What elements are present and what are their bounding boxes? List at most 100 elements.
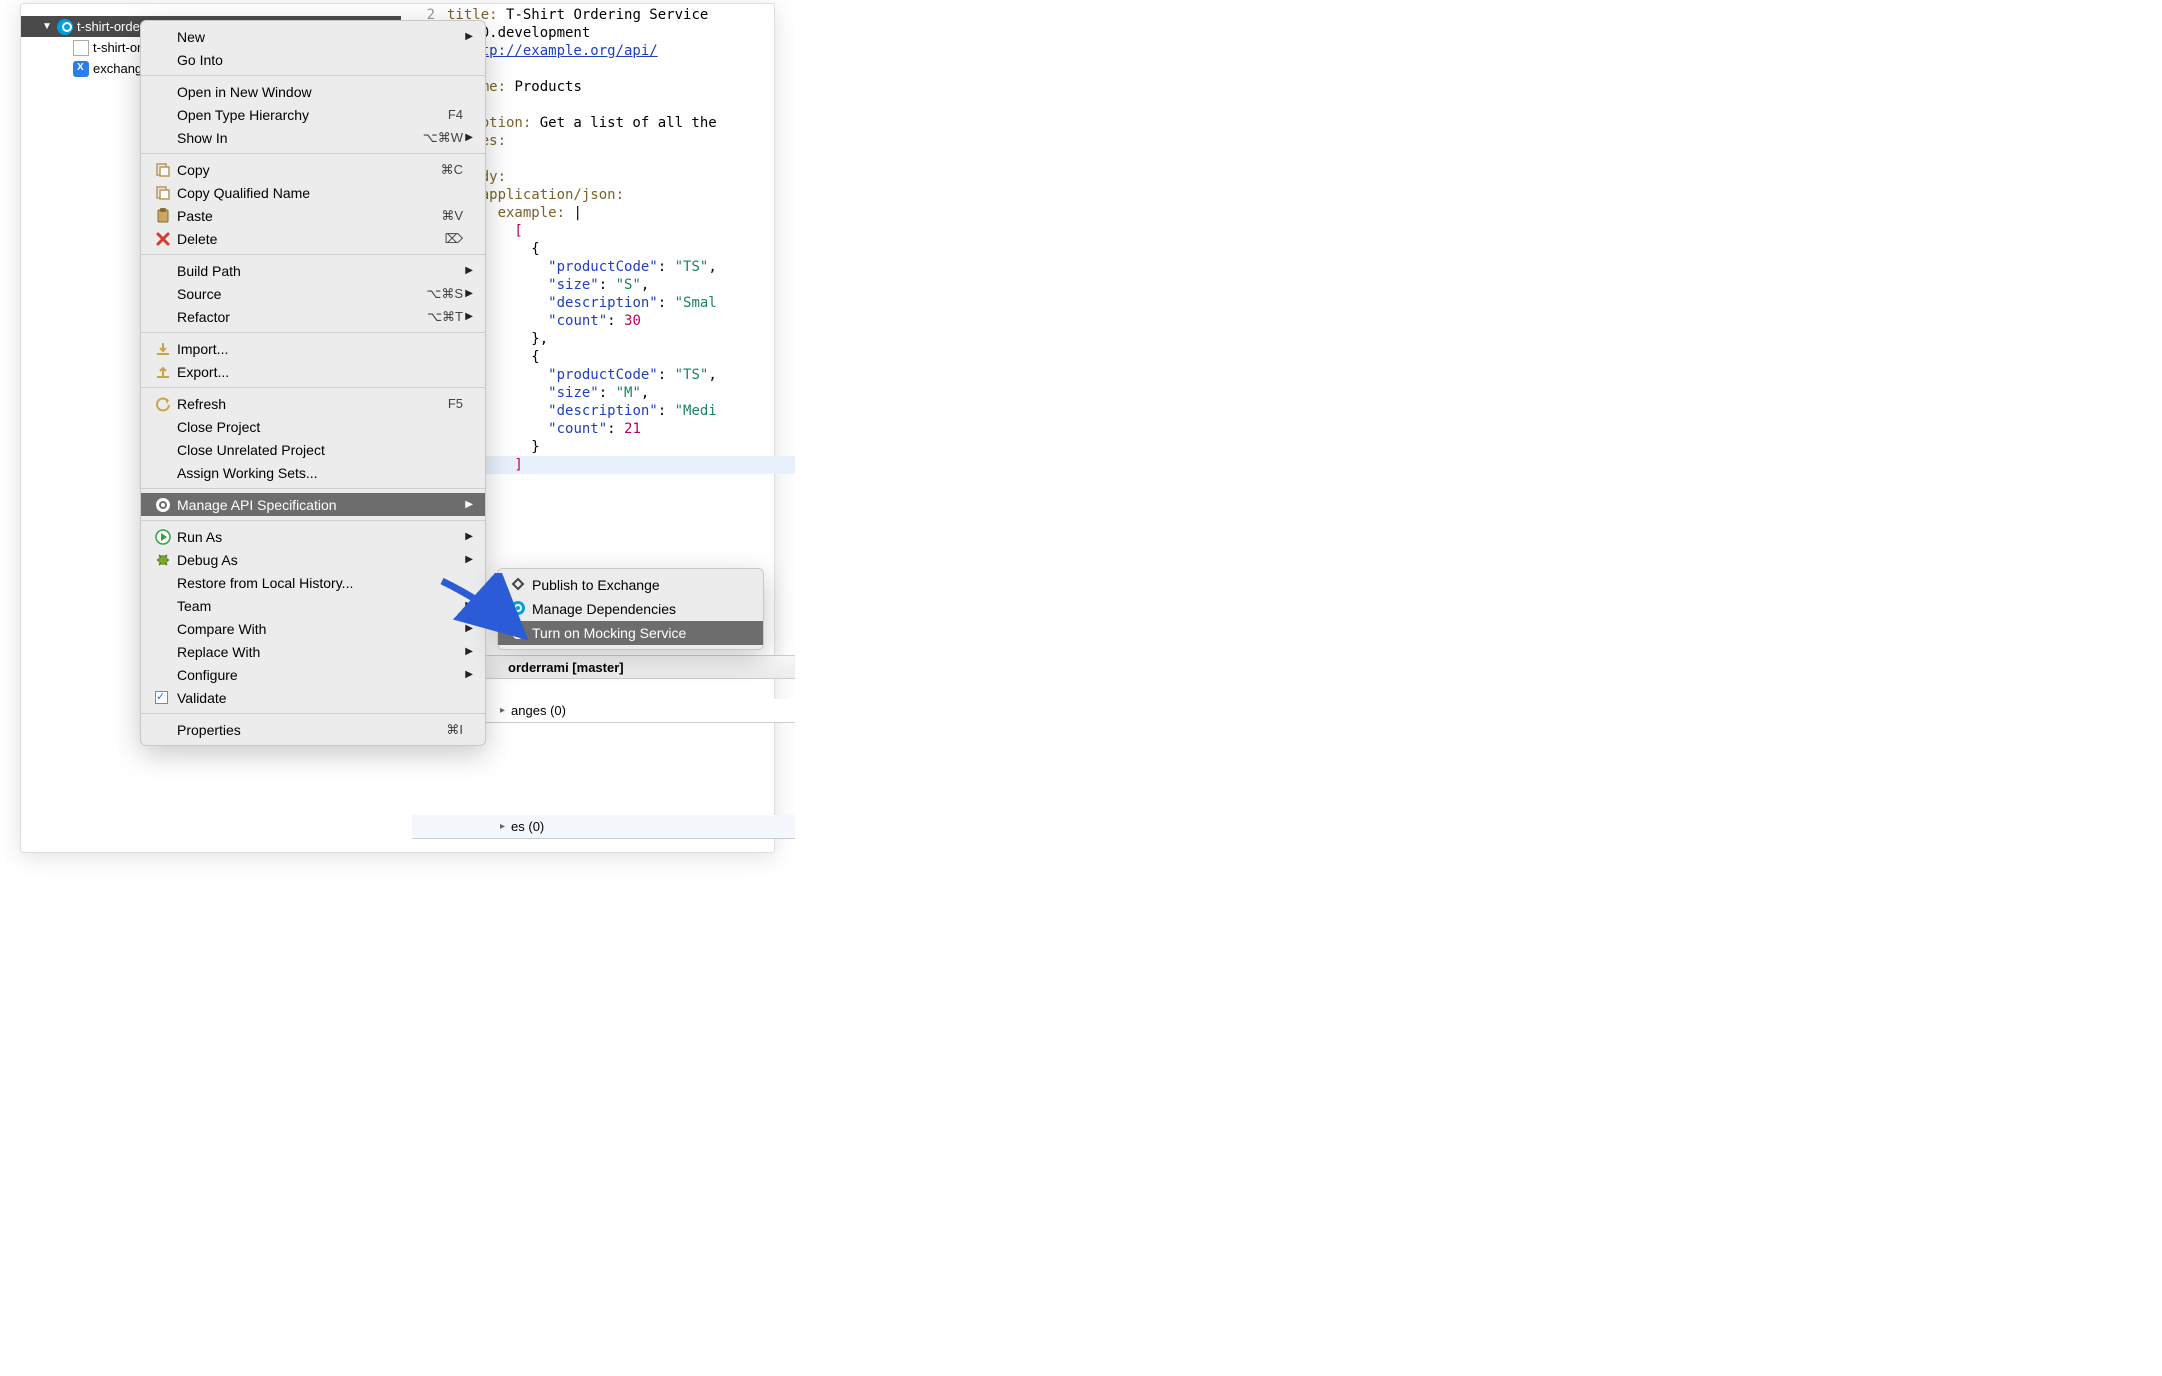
menu-item-go-into[interactable]: Go Into	[141, 48, 485, 71]
refresh-icon	[155, 396, 177, 412]
debug-icon	[155, 552, 177, 568]
copy-qualified-icon	[155, 185, 177, 201]
menu-separator	[141, 520, 485, 521]
menu-item-label: Refactor	[177, 309, 427, 325]
menu-item-export[interactable]: Export...	[141, 360, 485, 383]
blank-icon	[155, 598, 177, 614]
menu-separator	[141, 332, 485, 333]
menu-item-label: Validate	[177, 690, 463, 706]
menu-item-label: Source	[177, 286, 426, 302]
git-unstaged-label: anges (0)	[511, 703, 566, 718]
raml-file-icon	[73, 40, 89, 56]
menu-item-label: Refresh	[177, 396, 448, 412]
line-content: "productCode": "TS",	[447, 366, 717, 384]
menu-item-label: Export...	[177, 364, 463, 380]
menu-item-shortcut: ⌘I	[446, 722, 463, 738]
menu-item-assign-working-sets[interactable]: Assign Working Sets...	[141, 461, 485, 484]
submenu-arrow-icon: ▶	[463, 531, 473, 542]
menu-item-shortcut: F4	[448, 107, 463, 122]
menu-item-paste[interactable]: Paste⌘V	[141, 204, 485, 227]
menu-item-source[interactable]: Source⌥⌘S▶	[141, 282, 485, 305]
menu-item-label: Go Into	[177, 52, 463, 68]
line-content: scription: Get a list of all the	[447, 114, 717, 132]
menu-item-label: Debug As	[177, 552, 463, 568]
menu-item-copy-qualified-name[interactable]: Copy Qualified Name	[141, 181, 485, 204]
submenu-arrow-icon: ▶	[463, 132, 473, 143]
menu-separator	[141, 387, 485, 388]
manage-api-submenu[interactable]: Publish to Exchange Manage Dependencies Tu…	[497, 568, 764, 650]
tree-expand-icon[interactable]: ▼	[41, 21, 53, 32]
menu-item-open-type-hierarchy[interactable]: Open Type HierarchyF4	[141, 103, 485, 126]
menu-item-label: Paste	[177, 208, 441, 224]
menu-item-manage-api-specification[interactable]: Manage API Specification▶	[141, 493, 485, 516]
menu-item-label: Assign Working Sets...	[177, 465, 463, 481]
menu-item-label: Open in New Window	[177, 84, 463, 100]
menu-item-label: Configure	[177, 667, 463, 683]
menu-item-replace-with[interactable]: Replace With▶	[141, 640, 485, 663]
menu-item-validate[interactable]: Validate	[141, 686, 485, 709]
menu-item-team[interactable]: Team▶	[141, 594, 485, 617]
menu-item-compare-with[interactable]: Compare With▶	[141, 617, 485, 640]
menu-item-label: Restore from Local History...	[177, 575, 463, 591]
menu-item-new[interactable]: New▶	[141, 25, 485, 48]
menu-item-open-in-new-window[interactable]: Open in New Window	[141, 80, 485, 103]
exchange-file-icon	[73, 61, 89, 77]
menu-item-run-as[interactable]: Run As▶	[141, 525, 485, 548]
menu-item-shortcut: ⌥⌘T	[427, 309, 463, 325]
menu-item-properties[interactable]: Properties⌘I	[141, 718, 485, 741]
menu-item-label: Copy Qualified Name	[177, 185, 463, 201]
submenu-arrow-icon: ▶	[463, 31, 473, 42]
delete-icon	[155, 231, 177, 247]
import-icon	[155, 341, 177, 357]
menu-item-label: Build Path	[177, 263, 463, 279]
menu-item-shortcut: ⌥⌘W	[423, 130, 463, 146]
menu-item-refactor[interactable]: Refactor⌥⌘T▶	[141, 305, 485, 328]
blank-icon	[155, 621, 177, 637]
menu-item-label: Show In	[177, 130, 423, 146]
menu-item-close-project[interactable]: Close Project	[141, 415, 485, 438]
menu-item-label: Compare With	[177, 621, 463, 637]
menu-item-build-path[interactable]: Build Path▶	[141, 259, 485, 282]
blank-icon	[155, 29, 177, 45]
blank-icon	[155, 667, 177, 683]
menu-item-shortcut: F5	[448, 396, 463, 411]
menu-item-label: New	[177, 29, 463, 45]
menu-item-label: Run As	[177, 529, 463, 545]
blank-icon	[155, 644, 177, 660]
menu-item-shortcut: ⌥⌘S	[426, 286, 463, 302]
submenu-arrow-icon: ▶	[463, 554, 473, 565]
menu-item-delete[interactable]: Delete⌦	[141, 227, 485, 250]
blank-icon	[155, 84, 177, 100]
context-menu[interactable]: New▶Go IntoOpen in New WindowOpen Type H…	[140, 20, 486, 746]
submenu-arrow-icon: ▶	[463, 265, 473, 276]
submenu-arrow-icon: ▶	[463, 288, 473, 299]
blank-icon	[155, 722, 177, 738]
git-staged-row[interactable]: es (0)	[412, 815, 795, 839]
menu-item-show-in[interactable]: Show In⌥⌘W▶	[141, 126, 485, 149]
blank-icon	[155, 286, 177, 302]
exchange-icon	[510, 576, 532, 595]
menu-item-configure[interactable]: Configure▶	[141, 663, 485, 686]
submenu-item-publish-to-exchange[interactable]: Publish to Exchange	[498, 573, 763, 597]
menu-item-restore-from-local-history[interactable]: Restore from Local History...	[141, 571, 485, 594]
submenu-item-label: Manage Dependencies	[532, 601, 676, 617]
menu-item-label: Team	[177, 598, 463, 614]
blank-icon	[155, 419, 177, 435]
tree-project-label: t-shirt-orde	[77, 19, 140, 34]
menu-item-close-unrelated-project[interactable]: Close Unrelated Project	[141, 438, 485, 461]
power-icon	[510, 624, 532, 643]
menu-item-shortcut: ⌦	[445, 231, 463, 247]
menu-item-label: Open Type Hierarchy	[177, 107, 448, 123]
line-content: title: T-Shirt Ordering Service	[447, 6, 708, 24]
submenu-item-manage-dependencies[interactable]: Manage Dependencies	[498, 597, 763, 621]
line-content: "description": "Medi	[447, 402, 717, 420]
menu-item-copy[interactable]: Copy⌘C	[141, 158, 485, 181]
menu-item-import[interactable]: Import...	[141, 337, 485, 360]
run-icon	[155, 529, 177, 545]
menu-item-debug-as[interactable]: Debug As▶	[141, 548, 485, 571]
menu-item-refresh[interactable]: RefreshF5	[141, 392, 485, 415]
menu-item-label: Replace With	[177, 644, 463, 660]
submenu-item-turn-on-mocking-service[interactable]: Turn on Mocking Service	[498, 621, 763, 645]
api-icon	[510, 600, 532, 619]
blank-icon	[155, 130, 177, 146]
